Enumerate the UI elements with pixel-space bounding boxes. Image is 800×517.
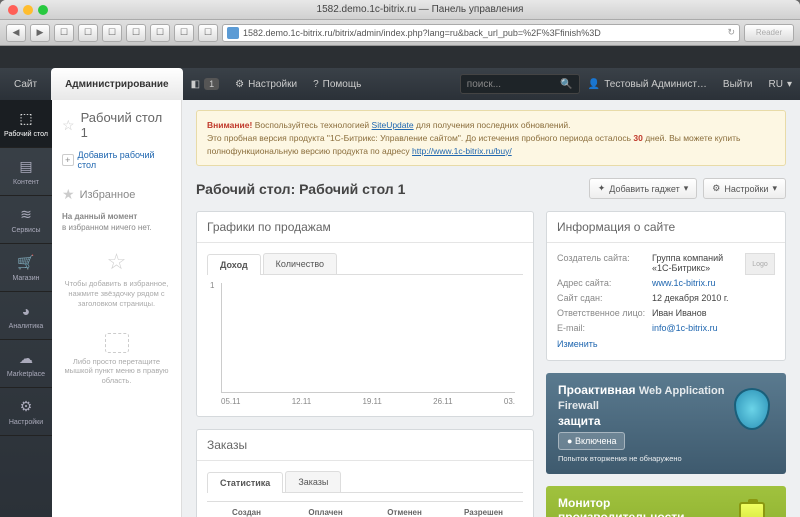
tab-quantity[interactable]: Количество: [263, 253, 337, 274]
star-outline-icon: ☆: [62, 249, 171, 275]
x-axis: 05.11 12.11 19.11 26.11 03.: [207, 393, 523, 406]
page-title: Рабочий стол: Рабочий стол 1: [196, 181, 583, 197]
toolbar-button[interactable]: ☐: [174, 24, 194, 42]
cart-icon: 🛒: [17, 254, 35, 272]
url-text: 1582.demo.1c-bitrix.ru/bitrix/admin/inde…: [243, 28, 601, 38]
notif-count: 1: [204, 78, 219, 90]
browser-tabs: [0, 46, 800, 68]
security-card: Проактивная Web Application Firewall защ…: [546, 373, 786, 474]
reader-button[interactable]: Reader: [744, 24, 794, 42]
mac-titlebar: 1582.demo.1c-bitrix.ru — Панель управлен…: [0, 0, 800, 20]
fav-hint-drag: Либо просто перетащите мышкой пункт меню…: [62, 317, 171, 394]
search-input[interactable]: поиск... 🔍: [460, 74, 580, 94]
toolbar-button[interactable]: ☐: [126, 24, 146, 42]
window-minimize-button[interactable]: [23, 5, 33, 15]
bookmark-icon: ◧: [191, 79, 200, 90]
sidebar-item-desktop[interactable]: ⬚Рабочий стол: [0, 100, 52, 148]
window-title: 1582.demo.1c-bitrix.ru — Панель управлен…: [48, 4, 792, 15]
star-icon: ★: [62, 186, 75, 203]
toolbar-button[interactable]: ☐: [102, 24, 122, 42]
security-desc: Попыток вторжения не обнаружено: [558, 454, 730, 464]
email-link[interactable]: info@1c-bitrix.ru: [652, 323, 718, 333]
sidebar-item-settings[interactable]: ⚙Настройки: [0, 388, 52, 436]
favorites-title: ★ Избранное: [62, 186, 171, 203]
buy-link[interactable]: http://www.1c-bitrix.ru/buy/: [412, 146, 512, 156]
sidebar-item-marketplace[interactable]: ☁Marketplace: [0, 340, 52, 388]
sales-chart: 1: [221, 283, 515, 393]
left-panel: ☆ Рабочий стол 1 + Добавить рабочий стол…: [52, 100, 182, 517]
notifications[interactable]: ◧ 1: [183, 78, 227, 90]
nav-help[interactable]: ? Помощь: [305, 79, 369, 90]
cloud-icon: ☁: [17, 350, 35, 368]
toolbar-button[interactable]: ☐: [78, 24, 98, 42]
security-status-button[interactable]: ● Включена: [558, 432, 625, 450]
top-nav: Сайт Администрирование ◧ 1 ⚙ Настройки ?…: [0, 68, 800, 100]
fav-hint-star: ☆ Чтобы добавить в избранное, нажмите зв…: [62, 241, 171, 316]
tab-orders[interactable]: Заказы: [285, 471, 341, 492]
sales-chart-widget: Графики по продажам Доход Количество 1: [196, 211, 534, 417]
performance-card: Монитор производительности ▶ Проверить О…: [546, 486, 786, 517]
desktop-icon: ⬚: [17, 110, 35, 128]
forward-button[interactable]: ▶: [30, 24, 50, 42]
logo-placeholder: Logo: [745, 253, 775, 275]
user-menu[interactable]: 👤 Тестовый Админист…: [580, 79, 715, 90]
services-icon: ≋: [17, 206, 35, 224]
chevron-down-icon: ▾: [684, 183, 689, 194]
gear-icon: ⚙: [17, 398, 35, 416]
sparkle-icon: ✦: [598, 183, 606, 194]
orders-widget: Заказы Статистика Заказы Создан Оплачен: [196, 429, 534, 517]
sidebar-item-content[interactable]: ▤Контент: [0, 148, 52, 196]
battery-icon: [730, 496, 774, 517]
site-url-link[interactable]: www.1c-bitrix.ru: [652, 278, 716, 288]
toolbar-button[interactable]: ☐: [150, 24, 170, 42]
gear-icon: ⚙: [712, 183, 720, 194]
plus-icon: +: [62, 154, 74, 166]
siteupdate-link[interactable]: SiteUpdate: [372, 120, 414, 130]
tab-income[interactable]: Доход: [207, 254, 261, 275]
star-icon[interactable]: ☆: [62, 117, 75, 134]
back-button[interactable]: ◀: [6, 24, 26, 42]
toolbar-button[interactable]: ☐: [198, 24, 218, 42]
shield-icon: [730, 383, 774, 435]
dash-settings-button[interactable]: ⚙Настройки▾: [703, 178, 786, 199]
window-maximize-button[interactable]: [38, 5, 48, 15]
lang-switcher[interactable]: RU ▾: [761, 79, 800, 90]
dashed-box-icon: [105, 333, 129, 353]
window-close-button[interactable]: [8, 5, 18, 15]
nav-settings[interactable]: ⚙ Настройки: [227, 79, 305, 90]
user-icon: 👤: [588, 79, 600, 90]
favorites-empty: На данный момент в избранном ничего нет.: [62, 211, 171, 233]
sidebar: ⬚Рабочий стол ▤Контент ≋Сервисы 🛒Магазин…: [0, 100, 52, 517]
search-icon: 🔍: [560, 79, 572, 90]
toolbar-button[interactable]: ☐: [54, 24, 74, 42]
nav-admin-tab[interactable]: Администрирование: [51, 68, 183, 100]
orders-columns: Создан Оплачен Отменен Разрешен: [207, 501, 523, 517]
nav-site-tab[interactable]: Сайт: [0, 68, 51, 100]
widget-title: Информация о сайте: [547, 212, 785, 243]
url-bar[interactable]: 1582.demo.1c-bitrix.ru/bitrix/admin/inde…: [222, 24, 740, 42]
sidebar-item-services[interactable]: ≋Сервисы: [0, 196, 52, 244]
site-info-widget: Информация о сайте Logo Создатель сайта:…: [546, 211, 786, 361]
alert-banner: Внимание! Воспользуйтесь технологией Sit…: [196, 110, 786, 166]
desk-title: ☆ Рабочий стол 1: [62, 110, 171, 140]
sidebar-item-analytics[interactable]: ◕Аналитика: [0, 292, 52, 340]
logout-link[interactable]: Выйти: [715, 79, 761, 90]
browser-toolbar: ◀ ▶ ☐ ☐ ☐ ☐ ☐ ☐ ☐ 1582.demo.1c-bitrix.ru…: [0, 20, 800, 46]
chevron-down-icon: ▾: [772, 183, 777, 194]
gear-icon: ⚙: [235, 79, 244, 90]
add-gadget-button[interactable]: ✦Добавить гаджет▾: [589, 178, 698, 199]
widget-title: Заказы: [197, 430, 533, 461]
content-icon: ▤: [17, 158, 35, 176]
edit-link[interactable]: Изменить: [557, 339, 598, 349]
tab-stats[interactable]: Статистика: [207, 472, 283, 493]
help-icon: ?: [313, 79, 319, 90]
favicon: [227, 27, 239, 39]
sidebar-item-store[interactable]: 🛒Магазин: [0, 244, 52, 292]
chart-icon: ◕: [17, 302, 35, 320]
add-desk-link[interactable]: + Добавить рабочий стол: [62, 150, 171, 170]
y-tick: 1: [210, 281, 214, 290]
widget-title: Графики по продажам: [197, 212, 533, 243]
